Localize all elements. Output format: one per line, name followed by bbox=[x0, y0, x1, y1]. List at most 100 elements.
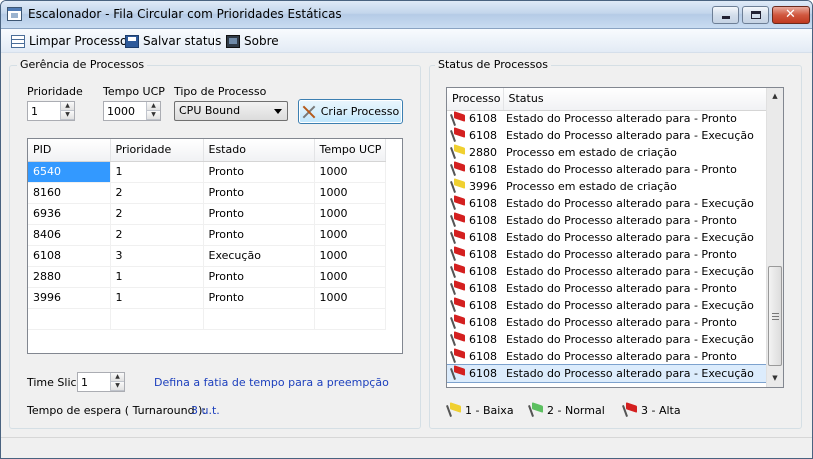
clear-processes-button[interactable]: Limpar Processos bbox=[11, 32, 134, 50]
cell-cpu-time[interactable]: 1000 bbox=[314, 224, 386, 246]
spin-up-icon[interactable]: ▲ bbox=[147, 102, 160, 111]
process-type-label: Tipo de Processo bbox=[174, 85, 267, 98]
cell-cpu-time[interactable]: 1000 bbox=[314, 161, 386, 183]
cell-state[interactable]: Pronto bbox=[203, 161, 315, 183]
cpu-time-spin-buttons[interactable]: ▲ ▼ bbox=[146, 102, 160, 120]
table-row[interactable]: 3996 1 Pronto 1000 bbox=[28, 287, 386, 309]
cell-priority[interactable]: 1 bbox=[110, 266, 204, 288]
status-process-id: 6108 bbox=[469, 162, 497, 176]
table-row[interactable]: 8160 2 Pronto 1000 bbox=[28, 182, 386, 204]
list-item[interactable]: 6108 Estado do Processo alterado para - E… bbox=[447, 263, 767, 280]
table-row[interactable]: 6108 3 Execução 1000 bbox=[28, 245, 386, 267]
spin-down-icon[interactable]: ▼ bbox=[61, 111, 74, 120]
time-slice-spin-buttons[interactable]: ▲ ▼ bbox=[110, 373, 124, 391]
column-header-pid[interactable]: PID bbox=[28, 139, 111, 162]
minimize-button[interactable] bbox=[712, 6, 739, 24]
cell-cpu-time[interactable]: 1000 bbox=[314, 266, 386, 288]
cell-cpu-time[interactable]: 1000 bbox=[314, 203, 386, 225]
priority-stepper[interactable]: ▲▼ bbox=[27, 101, 75, 121]
table-row[interactable]: 2880 1 Pronto 1000 bbox=[28, 266, 386, 288]
cell-cpu-time[interactable]: 1000 bbox=[314, 182, 386, 204]
toolbar-separator bbox=[214, 32, 215, 50]
spin-down-icon[interactable]: ▼ bbox=[147, 111, 160, 120]
close-button[interactable]: ✕ bbox=[772, 6, 810, 24]
scrollbar-thumb[interactable] bbox=[768, 266, 782, 366]
toolbar: Limpar Processos Salvar status Sobre bbox=[1, 29, 812, 53]
column-header-priority[interactable]: Prioridade bbox=[110, 139, 204, 162]
cell-state[interactable]: Pronto bbox=[203, 203, 315, 225]
status-list[interactable]: Processo Status 6108 Estado do Processo a… bbox=[446, 87, 784, 388]
cell-state[interactable]: Pronto bbox=[203, 182, 315, 204]
create-process-button[interactable]: Criar Processo bbox=[298, 99, 403, 124]
cell-pid[interactable]: 8406 bbox=[28, 224, 111, 246]
close-icon: ✕ bbox=[785, 7, 796, 22]
scroll-down-icon[interactable]: ▼ bbox=[767, 370, 783, 387]
list-item[interactable]: 6108 Estado do Processo alterado para - P… bbox=[447, 314, 767, 331]
list-item[interactable]: 6108 Estado do Processo alterado para - P… bbox=[447, 246, 767, 263]
list-item[interactable]: 3996 Processo em estado de criação bbox=[447, 178, 767, 195]
status-message: Estado do Processo alterado para - Pront… bbox=[506, 214, 737, 227]
about-button[interactable]: Sobre bbox=[226, 32, 279, 50]
cell-priority[interactable]: 2 bbox=[110, 224, 204, 246]
list-item[interactable]: 2880 Processo em estado de criação bbox=[447, 144, 767, 161]
status-process-id: 6108 bbox=[469, 112, 497, 125]
list-item[interactable]: 6108 Estado do Processo alterado para - P… bbox=[447, 280, 767, 297]
table-row[interactable]: 8406 2 Pronto 1000 bbox=[28, 224, 386, 246]
floppy-disk-icon bbox=[125, 34, 139, 48]
cell-cpu-time[interactable]: 1000 bbox=[314, 287, 386, 309]
priority-flag-icon bbox=[450, 197, 466, 210]
status-message: Estado do Processo alterado para - Execu… bbox=[506, 367, 754, 380]
list-item[interactable]: 6108 Estado do Processo alterado para - E… bbox=[447, 297, 767, 314]
list-item[interactable]: 6108 Estado do Processo alterado para - E… bbox=[447, 195, 767, 212]
maximize-button[interactable] bbox=[742, 6, 769, 24]
cell-state[interactable]: Pronto bbox=[203, 266, 315, 288]
list-item[interactable]: 6108 Estado do Processo alterado para - E… bbox=[447, 331, 767, 348]
spin-up-icon[interactable]: ▲ bbox=[61, 102, 74, 111]
cell-pid[interactable]: 6108 bbox=[28, 245, 111, 267]
legend-label: 3 - Alta bbox=[641, 404, 681, 417]
table-row[interactable]: 6936 2 Pronto 1000 bbox=[28, 203, 386, 225]
list-item[interactable]: 6108 Estado do Processo alterado para - E… bbox=[447, 229, 767, 246]
legend-alta: 3 - Alta bbox=[622, 404, 681, 417]
list-item[interactable]: 6108 Estado do Processo alterado para - P… bbox=[447, 212, 767, 229]
process-type-select[interactable]: CPU Bound bbox=[174, 101, 288, 121]
list-item[interactable]: 6108 Estado do Processo alterado para - E… bbox=[447, 127, 767, 144]
list-item[interactable]: 6108 Estado do Processo alterado para - P… bbox=[447, 110, 767, 127]
column-header-process[interactable]: Processo bbox=[447, 88, 504, 111]
priority-spin-buttons[interactable]: ▲ ▼ bbox=[60, 102, 74, 120]
spin-down-icon[interactable]: ▼ bbox=[111, 382, 124, 391]
list-item[interactable]: 6108 Estado do Processo alterado para - E… bbox=[447, 364, 768, 383]
column-header-cpu-time[interactable]: Tempo UCP bbox=[314, 139, 386, 162]
cell-state[interactable]: Execução bbox=[203, 245, 315, 267]
cell-priority[interactable]: 3 bbox=[110, 245, 204, 267]
cell-pid[interactable]: 2880 bbox=[28, 266, 111, 288]
status-process-id: 6108 bbox=[469, 315, 497, 329]
cell-state[interactable]: Pronto bbox=[203, 224, 315, 246]
cell-pid[interactable]: 3996 bbox=[28, 287, 111, 309]
scroll-up-icon[interactable]: ▲ bbox=[767, 88, 783, 105]
cpu-time-stepper[interactable]: ▲▼ bbox=[103, 101, 161, 121]
cell-pid[interactable]: 8160 bbox=[28, 182, 111, 204]
cell-pid[interactable]: 6936 bbox=[28, 203, 111, 225]
process-type-value: CPU Bound bbox=[179, 104, 241, 117]
spin-up-icon[interactable]: ▲ bbox=[111, 373, 124, 382]
save-status-button[interactable]: Salvar status bbox=[125, 32, 221, 50]
status-bar bbox=[1, 437, 812, 458]
cell-state[interactable]: Pronto bbox=[203, 287, 315, 309]
status-message: Estado do Processo alterado para - Pront… bbox=[506, 282, 737, 295]
cell-priority[interactable]: 2 bbox=[110, 182, 204, 204]
status-list-scrollbar[interactable]: ▲ ▼ bbox=[766, 88, 783, 387]
list-item[interactable]: 6108 Estado do Processo alterado para - P… bbox=[447, 161, 767, 178]
column-header-status[interactable]: Status bbox=[503, 88, 768, 111]
time-slice-stepper[interactable]: ▲▼ bbox=[77, 372, 125, 392]
table-row[interactable]: 6540 1 Pronto 1000 bbox=[28, 161, 386, 183]
process-table[interactable]: PID Prioridade Estado Tempo UCP 6540 1 Pro… bbox=[27, 138, 403, 354]
title-bar[interactable]: Escalonador - Fila Circular com Priorida… bbox=[1, 1, 812, 29]
cell-cpu-time[interactable]: 1000 bbox=[314, 245, 386, 267]
cell-priority[interactable]: 1 bbox=[110, 161, 204, 183]
cell-priority[interactable]: 1 bbox=[110, 287, 204, 309]
cell-priority[interactable]: 2 bbox=[110, 203, 204, 225]
cell-pid[interactable]: 6540 bbox=[28, 161, 111, 183]
list-item[interactable]: 6108 Estado do Processo alterado para - P… bbox=[447, 348, 767, 365]
column-header-state[interactable]: Estado bbox=[203, 139, 315, 162]
